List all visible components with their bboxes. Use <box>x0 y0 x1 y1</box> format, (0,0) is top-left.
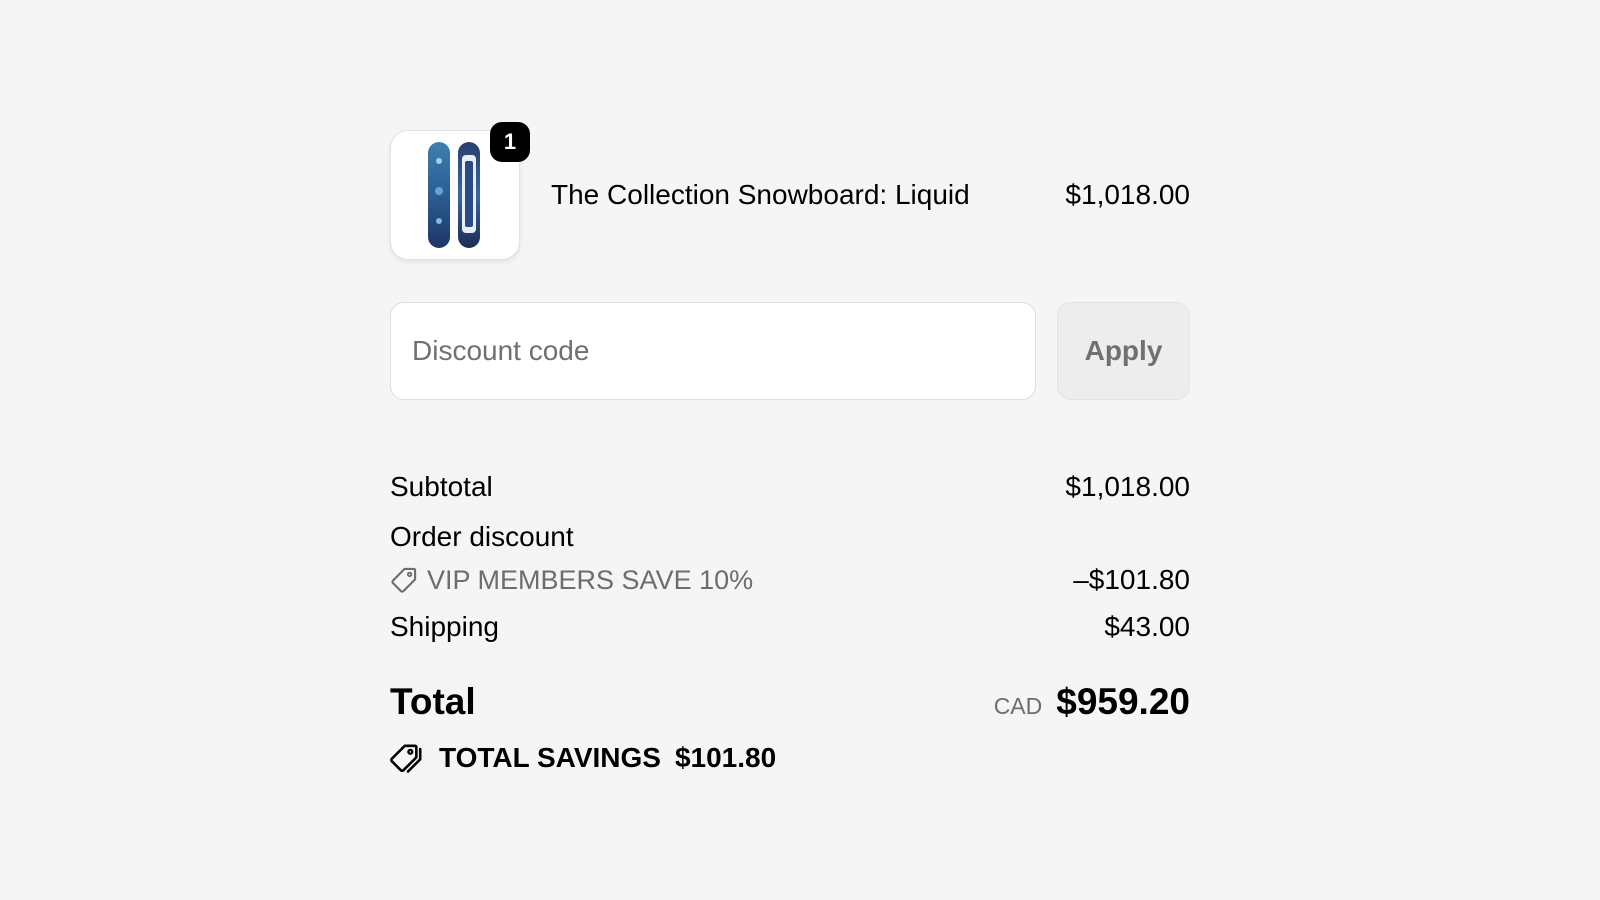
discount-code-text: VIP MEMBERS SAVE 10% <box>427 564 754 595</box>
discount-detail-row: VIP MEMBERS SAVE 10% –$101.80 <box>390 558 1190 602</box>
total-savings-label: TOTAL SAVINGS <box>439 742 661 773</box>
shipping-value: $43.00 <box>1104 611 1190 642</box>
subtotal-label: Subtotal <box>390 471 493 502</box>
subtotal-row: Subtotal $1,018.00 <box>390 462 1190 512</box>
discount-code-input[interactable] <box>390 302 1036 400</box>
total-amount-group: CAD $959.20 <box>994 681 1190 723</box>
product-price: $1,018.00 <box>1065 179 1190 210</box>
total-row: Total CAD $959.20 <box>390 678 1190 726</box>
order-discount-row: Order discount <box>390 512 1190 562</box>
order-summary: 1 The Collection Snowboard: Liquid $1,01… <box>390 122 1190 782</box>
total-savings-row: TOTAL SAVINGS $101.80 <box>390 734 1190 782</box>
total-savings-value: $101.80 <box>674 742 777 773</box>
totals-section: Subtotal $1,018.00 Order discount VIP ME… <box>390 462 1190 782</box>
shipping-label: Shipping <box>390 611 499 642</box>
snowboard-image <box>428 142 480 248</box>
shipping-row: Shipping $43.00 <box>390 602 1190 652</box>
apply-button[interactable]: Apply <box>1057 302 1190 400</box>
product-name: The Collection Snowboard: Liquid <box>551 179 970 210</box>
product-thumbnail-container: 1 <box>390 122 530 260</box>
discount-code-label: VIP MEMBERS SAVE 10% <box>390 565 753 596</box>
currency-code: CAD <box>993 693 1043 719</box>
order-discount-label: Order discount <box>390 521 574 552</box>
subtotal-value: $1,018.00 <box>1065 471 1190 502</box>
total-amount: $959.20 <box>1056 681 1190 722</box>
discount-value: –$101.80 <box>1073 564 1190 595</box>
quantity-badge: 1 <box>490 122 530 162</box>
tags-icon <box>390 744 422 773</box>
tag-icon <box>391 567 417 593</box>
line-item: 1 The Collection Snowboard: Liquid $1,01… <box>390 122 1190 260</box>
total-label: Total <box>390 681 476 722</box>
discount-form: Apply <box>390 302 1190 400</box>
